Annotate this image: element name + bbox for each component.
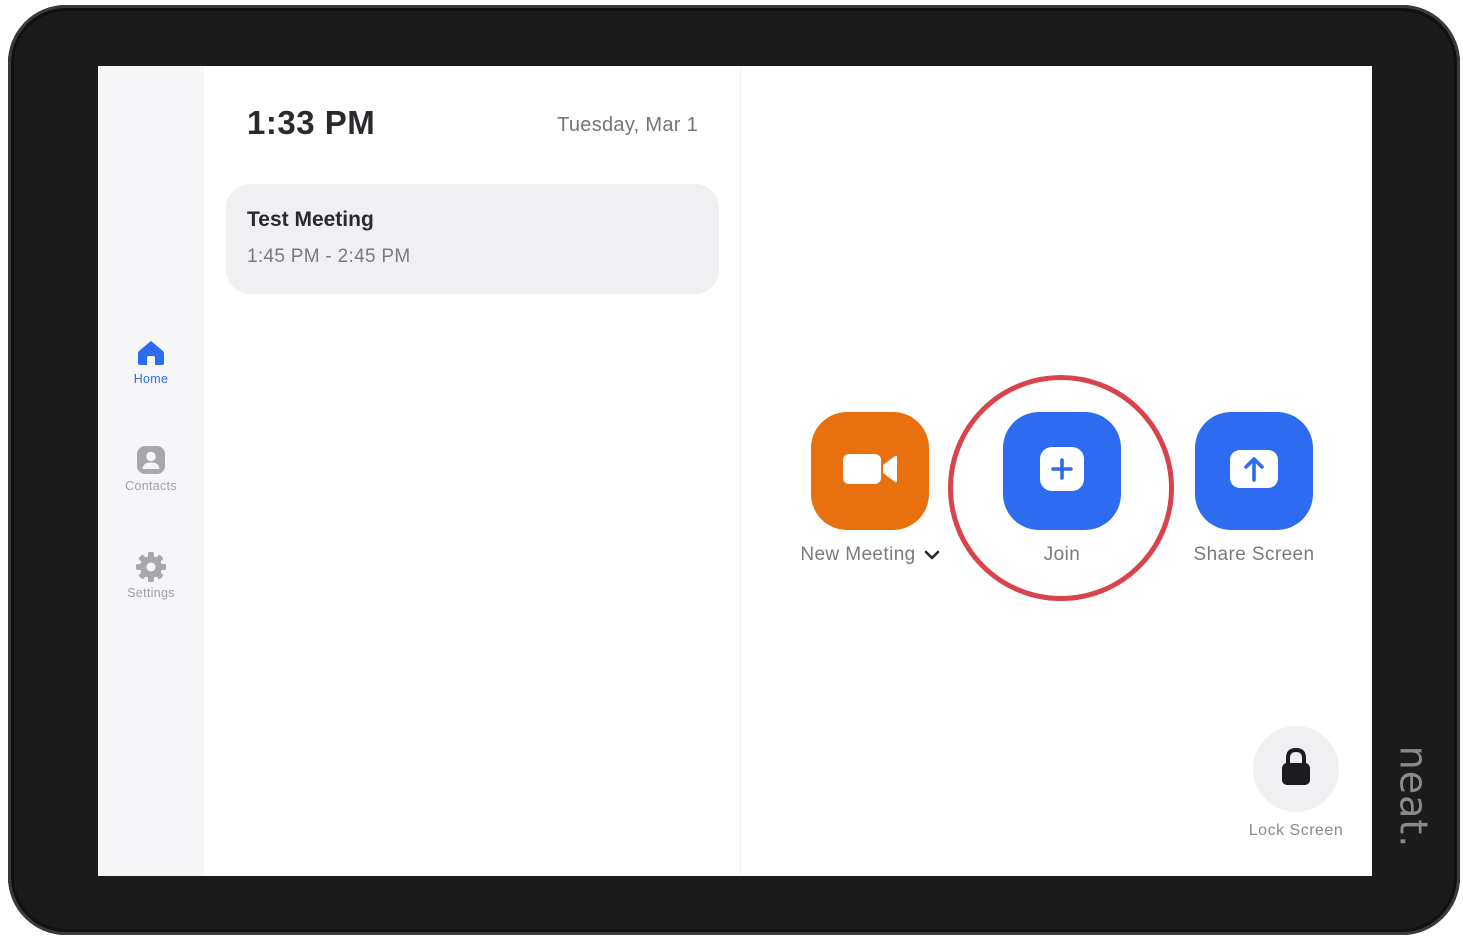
lock-icon xyxy=(1279,747,1313,792)
sidebar-item-label: Settings xyxy=(127,586,175,600)
share-screen-action: Share Screen xyxy=(1174,412,1334,566)
lock-screen-label: Lock Screen xyxy=(1248,822,1344,839)
arrow-up-icon xyxy=(1229,449,1279,494)
sidebar-item-home[interactable]: Home xyxy=(98,336,204,406)
screen: Home Contacts Settings 1:33 PM Tuesday, … xyxy=(98,66,1372,876)
meeting-card[interactable]: Test Meeting 1:45 PM - 2:45 PM xyxy=(226,184,719,294)
brand-logo: neat. xyxy=(1385,742,1441,852)
current-date: Tuesday, Mar 1 xyxy=(557,114,698,136)
sidebar: Home Contacts Settings xyxy=(98,66,204,876)
join-action: Join xyxy=(982,412,1142,566)
join-button[interactable] xyxy=(1003,412,1121,530)
sidebar-item-contacts[interactable]: Contacts xyxy=(98,443,204,513)
lock-screen-action: Lock Screen xyxy=(1238,726,1354,840)
gear-icon xyxy=(134,550,168,584)
join-label: Join xyxy=(1043,544,1081,565)
sidebar-item-settings[interactable]: Settings xyxy=(98,550,204,620)
new-meeting-action: New Meeting xyxy=(790,412,950,566)
plus-icon xyxy=(1039,446,1085,497)
chevron-down-icon[interactable] xyxy=(924,549,940,561)
current-time: 1:33 PM xyxy=(247,104,376,141)
new-meeting-button[interactable] xyxy=(811,412,929,530)
contacts-icon xyxy=(134,443,168,477)
home-icon xyxy=(134,336,168,370)
video-camera-icon xyxy=(841,451,899,492)
sidebar-item-label: Home xyxy=(133,372,169,386)
new-meeting-label-row: New Meeting xyxy=(800,544,939,566)
new-meeting-label: New Meeting xyxy=(800,544,916,565)
share-screen-button[interactable] xyxy=(1195,412,1313,530)
share-screen-label: Share Screen xyxy=(1193,544,1315,565)
meeting-time: 1:45 PM - 2:45 PM xyxy=(247,246,411,267)
lock-screen-button[interactable] xyxy=(1253,726,1339,812)
sidebar-item-label: Contacts xyxy=(125,479,177,493)
meetings-panel: 1:33 PM Tuesday, Mar 1 Test Meeting 1:45… xyxy=(204,66,741,876)
brand-text: neat. xyxy=(1391,745,1436,849)
meeting-title: Test Meeting xyxy=(247,208,374,231)
